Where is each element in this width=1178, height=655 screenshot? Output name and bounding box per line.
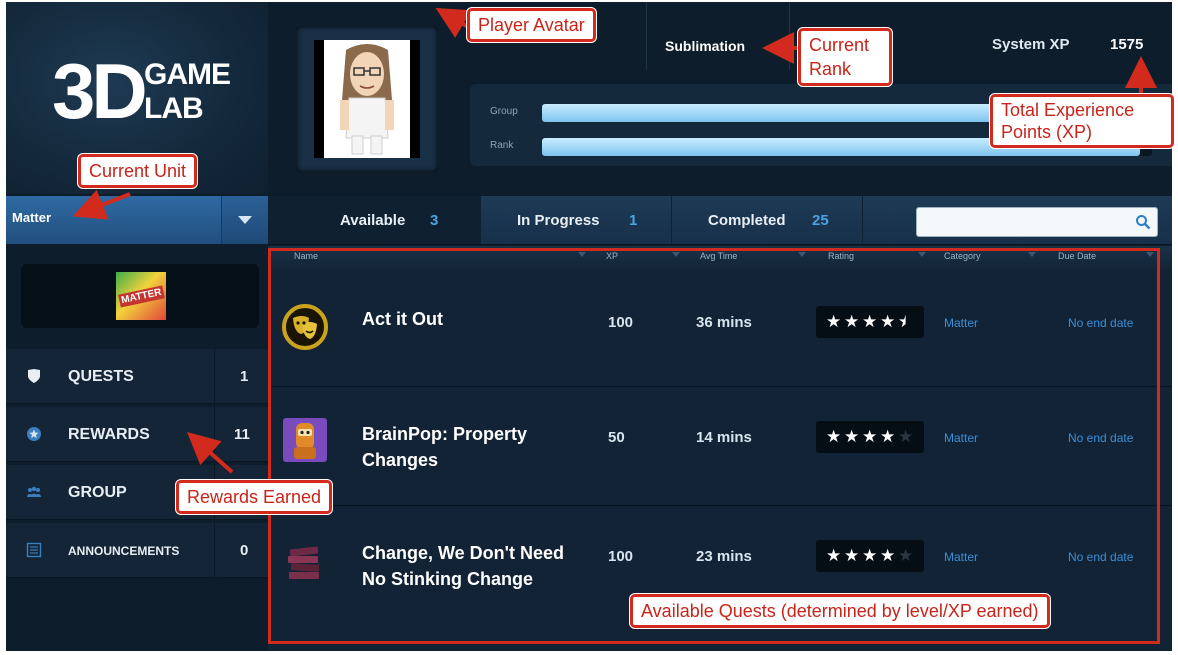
- annotation-rewards-earned: Rewards Earned: [176, 480, 333, 514]
- available-quests-outline: [268, 248, 1160, 644]
- sidebar-count-cell: 0: [218, 523, 268, 578]
- chevron-down-icon: [238, 216, 252, 224]
- player-avatar-frame[interactable]: [296, 26, 438, 172]
- annotation-total-xp: Total Experience Points (XP): [990, 94, 1174, 148]
- tab-in-progress[interactable]: In Progress 1: [481, 196, 672, 244]
- player-avatar: [314, 40, 420, 158]
- quest-tabs: Available 3 In Progress 1 Completed 25: [268, 196, 1172, 245]
- system-xp-value: 1575: [1110, 36, 1144, 53]
- sidebar-item-rewards[interactable]: REWARDS 11: [6, 407, 268, 462]
- sidebar-item-announcements[interactable]: ANNOUNCEMENTS 0: [6, 523, 268, 578]
- logo-3d-text: 3D: [52, 47, 148, 135]
- sidebar-item-label: QUESTS: [68, 368, 134, 385]
- list-icon: [26, 542, 42, 558]
- tab-completed[interactable]: Completed 25: [672, 196, 863, 244]
- unit-dropdown-button[interactable]: [221, 196, 268, 244]
- system-xp-label: System XP: [992, 36, 1070, 53]
- sidebar-count-cell: 1: [218, 349, 268, 404]
- tab-count: 3: [430, 212, 439, 229]
- avatar-background: [324, 40, 410, 158]
- sidebar-item-label: ANNOUNCEMENTS: [68, 544, 180, 558]
- tab-count: 25: [812, 212, 829, 229]
- current-unit-name: Matter: [12, 210, 52, 225]
- sidebar-item-quests[interactable]: QUESTS 1: [6, 349, 268, 404]
- sidebar-item-count: 0: [240, 542, 249, 559]
- search-box: [916, 207, 1158, 237]
- shield-icon: [28, 369, 40, 383]
- group-bar-label: Group: [490, 106, 518, 117]
- search-icon[interactable]: [1135, 214, 1151, 230]
- sidebar-item-announcements-main: ANNOUNCEMENTS: [6, 523, 215, 578]
- sidebar-item-quests-main: QUESTS: [6, 349, 215, 404]
- unit-badge-panel: MATTER: [21, 264, 259, 328]
- logo-game-text: GAME: [144, 58, 231, 91]
- logo-lab-text: LAB: [144, 92, 204, 125]
- tab-count: 1: [629, 212, 638, 229]
- search-input[interactable]: [917, 208, 1129, 234]
- current-rank: Sublimation: [665, 38, 746, 54]
- badge-icon: [27, 427, 41, 441]
- sidebar-item-count: 1: [240, 368, 249, 385]
- sidebar-item-label: REWARDS: [68, 426, 150, 443]
- tab-available[interactable]: Available 3: [268, 196, 481, 244]
- avatar-figure-icon: [340, 44, 394, 155]
- annotation-current-unit: Current Unit: [78, 154, 198, 188]
- annotation-current-rank: Current Rank: [798, 28, 892, 86]
- current-rank-cell: Sublimation: [646, 2, 790, 70]
- annotation-available-quests: Available Quests (determined by level/XP…: [630, 594, 1050, 628]
- people-icon: [27, 486, 41, 497]
- sidebar-item-label: GROUP: [68, 484, 127, 501]
- unit-badge-image: MATTER: [116, 272, 166, 320]
- tab-label: In Progress: [517, 212, 600, 229]
- tab-label: Available: [340, 212, 406, 229]
- sidebar-item-rewards-main: REWARDS: [6, 407, 215, 462]
- tab-label: Completed: [708, 212, 786, 229]
- unit-badge-label: MATTER: [117, 284, 165, 308]
- unit-selector[interactable]: Matter: [6, 196, 268, 244]
- annotation-player-avatar: Player Avatar: [467, 8, 596, 42]
- sidebar-count-cell: 11: [218, 407, 268, 462]
- sidebar-item-count: 11: [234, 426, 250, 443]
- rank-bar-label: Rank: [490, 140, 514, 151]
